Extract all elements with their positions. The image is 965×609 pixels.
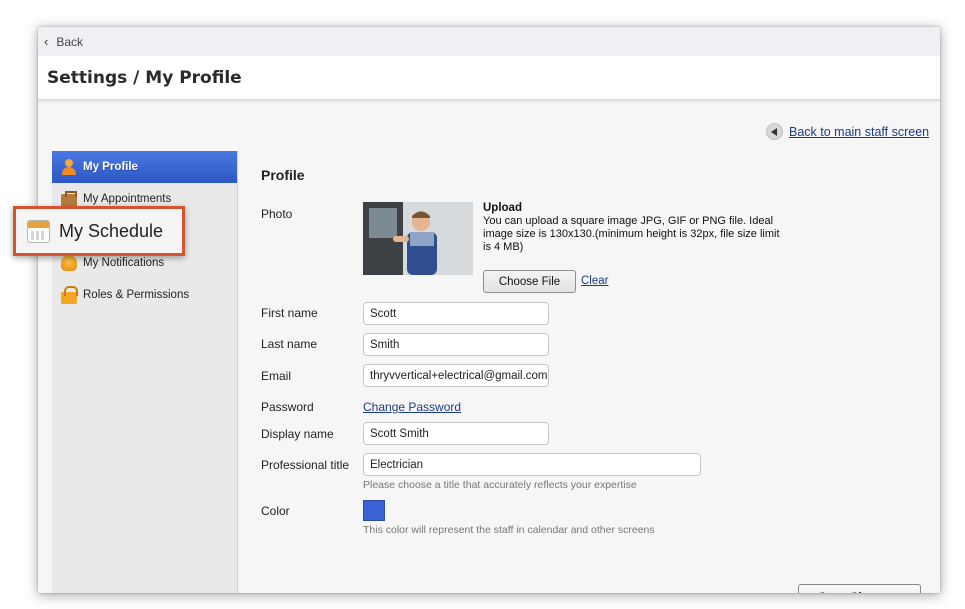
- upload-title: Upload: [483, 202, 522, 214]
- sidebar-item-label: My Profile: [83, 161, 138, 173]
- chevron-left-icon: ‹: [44, 34, 49, 49]
- person-icon: [61, 159, 77, 175]
- password-label: Password: [261, 400, 314, 414]
- last-name-label: Last name: [261, 337, 318, 351]
- sidebar-item-roles-permissions[interactable]: Roles & Permissions: [52, 279, 237, 311]
- choose-file-button[interactable]: Choose File: [483, 270, 576, 293]
- electrician-photo: [363, 202, 473, 275]
- callout-label: My Schedule: [59, 220, 164, 241]
- display-name-field[interactable]: Scott Smith: [363, 422, 549, 445]
- back-label: Back: [56, 34, 84, 49]
- bell-icon: [61, 255, 77, 271]
- first-name-field[interactable]: Scott: [363, 302, 549, 325]
- professional-title-label: Professional title: [261, 458, 350, 472]
- last-name-field[interactable]: Smith: [363, 333, 549, 356]
- sidebar-item-label: Roles & Permissions: [83, 289, 190, 301]
- my-schedule-callout[interactable]: My Schedule: [13, 206, 185, 256]
- first-name-label: First name: [261, 306, 318, 320]
- upload-description: You can upload a square image JPG, GIF o…: [483, 215, 780, 253]
- display-name-label: Display name: [261, 427, 334, 441]
- section-title: Profile: [261, 167, 305, 183]
- sidebar-item-label: My Notifications: [83, 257, 165, 269]
- back-to-main-label: Back to main staff screen: [789, 124, 930, 139]
- header-divider: [38, 100, 940, 103]
- save-changes-button[interactable]: Save Changes: [798, 584, 921, 593]
- profile-photo: [363, 202, 473, 275]
- profile-panel: Profile Photo Upload You can upload a sq…: [261, 164, 921, 593]
- clear-photo-link[interactable]: Clear: [581, 275, 608, 287]
- email-field[interactable]: thryvvertical+electrical@gmail.com: [363, 364, 549, 387]
- email-label: Email: [261, 369, 292, 383]
- sidebar-item-label: My Appointments: [83, 193, 172, 205]
- back-to-main-link[interactable]: Back to main staff screen: [766, 123, 929, 140]
- sidebar-item-my-profile[interactable]: My Profile: [52, 151, 237, 183]
- photo-label: Photo: [261, 207, 293, 221]
- color-hint: This color will represent the staff in c…: [363, 524, 655, 536]
- change-password-link[interactable]: Change Password: [363, 400, 461, 414]
- color-label: Color: [261, 504, 290, 518]
- professional-title-hint: Please choose a title that accurately re…: [363, 479, 637, 491]
- professional-title-field[interactable]: Electrician: [363, 453, 701, 476]
- page-title: Settings / My Profile: [38, 56, 940, 100]
- arrow-left-circle-icon: [766, 123, 783, 140]
- settings-window: ‹ Back Settings / My Profile Back to mai…: [38, 27, 940, 593]
- back-link[interactable]: ‹ Back: [38, 27, 940, 56]
- lock-icon: [61, 286, 78, 304]
- briefcase-icon: [61, 190, 77, 207]
- color-swatch[interactable]: [363, 500, 385, 521]
- calendar-icon: [27, 219, 50, 243]
